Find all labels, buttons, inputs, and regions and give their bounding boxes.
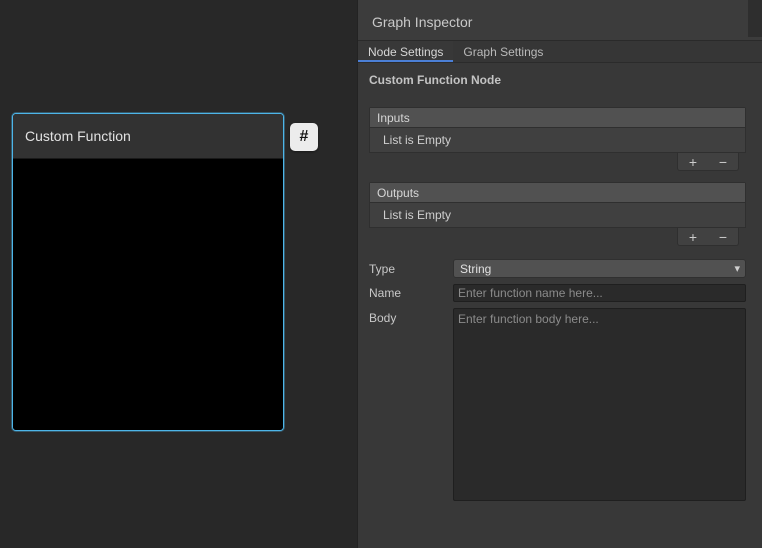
body-input[interactable] [453, 308, 746, 501]
outputs-empty-row: List is Empty [370, 203, 745, 227]
graph-inspector-panel: Graph Inspector Node Settings Graph Sett… [357, 0, 762, 548]
hash-badge-icon[interactable]: # [290, 123, 318, 151]
name-field-row: Name [369, 284, 746, 302]
inputs-remove-button[interactable]: − [713, 155, 733, 169]
body-field-row: Body [369, 308, 746, 501]
outputs-list-footer: + − [369, 228, 746, 246]
node-title-bar[interactable]: Custom Function [13, 114, 283, 159]
tab-graph-settings[interactable]: Graph Settings [453, 41, 553, 62]
outputs-list-header: Outputs [370, 183, 745, 203]
type-label: Type [369, 262, 453, 276]
outputs-list: Outputs List is Empty [369, 182, 746, 228]
name-label: Name [369, 286, 453, 300]
node-title: Custom Function [25, 128, 131, 144]
inputs-list: Inputs List is Empty [369, 107, 746, 153]
inspector-title: Graph Inspector [372, 14, 472, 30]
custom-function-node[interactable]: Custom Function [12, 113, 284, 431]
name-input[interactable] [453, 284, 746, 302]
section-title: Custom Function Node [369, 73, 746, 87]
type-dropdown-value: String [460, 262, 491, 276]
inspector-header: Graph Inspector [358, 0, 762, 41]
tab-node-settings-label: Node Settings [368, 45, 443, 59]
tab-node-settings[interactable]: Node Settings [358, 41, 453, 62]
inputs-list-footer: + − [369, 153, 746, 171]
outputs-remove-button[interactable]: − [713, 230, 733, 244]
type-dropdown[interactable]: String ▾ [453, 259, 746, 278]
chevron-down-icon: ▾ [734, 262, 740, 275]
inputs-list-header: Inputs [370, 108, 745, 128]
inspector-tab-bar: Node Settings Graph Settings [358, 41, 762, 63]
scrollbar[interactable] [748, 0, 762, 37]
inputs-add-button[interactable]: + [683, 155, 703, 169]
outputs-add-button[interactable]: + [683, 230, 703, 244]
node-body [13, 159, 283, 431]
graph-canvas[interactable]: Custom Function # [0, 0, 357, 548]
tab-graph-settings-label: Graph Settings [463, 45, 543, 59]
body-label: Body [369, 308, 453, 325]
type-field-row: Type String ▾ [369, 259, 746, 278]
inputs-empty-row: List is Empty [370, 128, 745, 152]
inspector-content: Custom Function Node Inputs List is Empt… [358, 63, 762, 501]
